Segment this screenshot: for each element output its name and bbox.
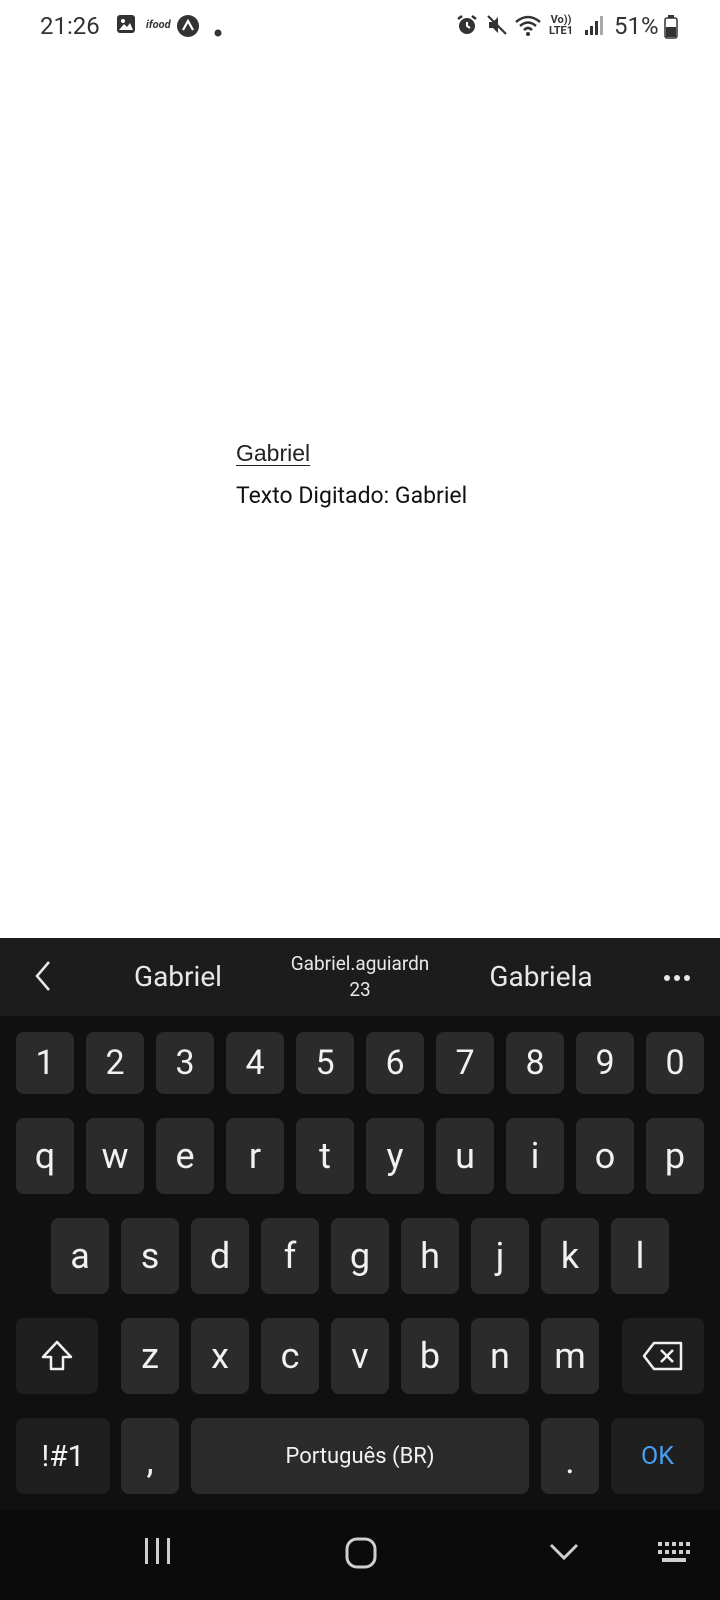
suggestion-bar: Gabriel Gabriel.aguiardn 23 Gabriela (0, 938, 720, 1016)
key-9[interactable]: 9 (576, 1032, 634, 1094)
symbols-key[interactable]: !#1 (16, 1418, 110, 1494)
ifood-notification-icon: ifood (146, 18, 171, 31)
space-key[interactable]: Português (BR) (191, 1418, 529, 1494)
hide-keyboard-button[interactable] (548, 1542, 580, 1566)
key-0[interactable]: 0 (646, 1032, 704, 1094)
key-w[interactable]: w (86, 1118, 144, 1194)
signal-strength-icon (584, 14, 604, 40)
key-p[interactable]: p (646, 1118, 704, 1194)
suggestion-3[interactable]: Gabriela (466, 960, 616, 993)
more-notifications-dot-icon (214, 22, 222, 41)
key-e[interactable]: e (156, 1118, 214, 1194)
key-i[interactable]: i (506, 1118, 564, 1194)
ok-key[interactable]: OK (611, 1418, 704, 1494)
key-k[interactable]: k (541, 1218, 599, 1294)
home-button[interactable] (344, 1536, 378, 1574)
key-b[interactable]: b (401, 1318, 459, 1394)
mute-icon (486, 14, 508, 40)
key-v[interactable]: v (331, 1318, 389, 1394)
key-6[interactable]: 6 (366, 1032, 424, 1094)
key-z[interactable]: z (121, 1318, 179, 1394)
key-1[interactable]: 1 (16, 1032, 74, 1094)
backspace-key[interactable] (622, 1318, 704, 1394)
comma-key[interactable]: , (121, 1418, 179, 1494)
key-n[interactable]: n (471, 1318, 529, 1394)
keyboard-icon (658, 1542, 690, 1562)
key-m[interactable]: m (541, 1318, 599, 1394)
alarm-icon (456, 14, 478, 40)
key-7[interactable]: 7 (436, 1032, 494, 1094)
key-f[interactable]: f (261, 1218, 319, 1294)
key-q[interactable]: q (16, 1118, 74, 1194)
suggestion-2[interactable]: Gabriel.aguiardn 23 (268, 952, 452, 1004)
key-h[interactable]: h (401, 1218, 459, 1294)
battery-icon (664, 15, 678, 43)
backspace-icon (642, 1341, 683, 1371)
app-notification-icon (176, 14, 200, 42)
shift-arrow-icon (41, 1340, 73, 1371)
chevron-down-icon (549, 1543, 579, 1561)
key-t[interactable]: t (296, 1118, 354, 1194)
key-5[interactable]: 5 (296, 1032, 354, 1094)
back-arrow-icon[interactable] (26, 958, 60, 996)
key-2[interactable]: 2 (86, 1032, 144, 1094)
key-a[interactable]: a (51, 1218, 109, 1294)
suggestion-2-line-2: 23 (349, 978, 371, 1001)
suggestion-1[interactable]: Gabriel (108, 960, 248, 993)
volte-lte-icon: Vo)) LTE1 (548, 13, 574, 37)
suggestion-2-line-1: Gabriel.aguiardn (290, 952, 430, 975)
shift-key[interactable] (16, 1318, 98, 1394)
gallery-notification-icon (116, 14, 136, 38)
key-o[interactable]: o (576, 1118, 634, 1194)
key-8[interactable]: 8 (506, 1032, 564, 1094)
keyboard-switch-button[interactable] (656, 1540, 696, 1570)
key-g[interactable]: g (331, 1218, 389, 1294)
key-d[interactable]: d (191, 1218, 249, 1294)
key-4[interactable]: 4 (226, 1032, 284, 1094)
recent-apps-icon (145, 1538, 170, 1564)
keyboard: Gabriel Gabriel.aguiardn 23 Gabriela 1 2… (0, 938, 720, 1600)
key-3[interactable]: 3 (156, 1032, 214, 1094)
key-j[interactable]: j (471, 1218, 529, 1294)
home-icon (345, 1537, 377, 1569)
recent-apps-button[interactable] (142, 1536, 174, 1570)
navigation-bar (0, 1510, 720, 1600)
key-s[interactable]: s (121, 1218, 179, 1294)
status-bar: 21:26 ifood Vo)) LTE1 51% (0, 0, 720, 56)
period-key[interactable]: . (541, 1418, 599, 1494)
key-u[interactable]: u (436, 1118, 494, 1194)
key-x[interactable]: x (191, 1318, 249, 1394)
status-time: 21:26 (40, 12, 100, 40)
battery-percent: 51% (614, 12, 659, 40)
key-c[interactable]: c (261, 1318, 319, 1394)
key-y[interactable]: y (366, 1118, 424, 1194)
wifi-icon (514, 14, 542, 40)
typed-text-label: Texto Digitado: Gabriel (236, 482, 468, 509)
key-l[interactable]: l (611, 1218, 669, 1294)
key-r[interactable]: r (226, 1118, 284, 1194)
more-options-icon[interactable] (660, 968, 694, 988)
text-input[interactable] (236, 440, 532, 467)
